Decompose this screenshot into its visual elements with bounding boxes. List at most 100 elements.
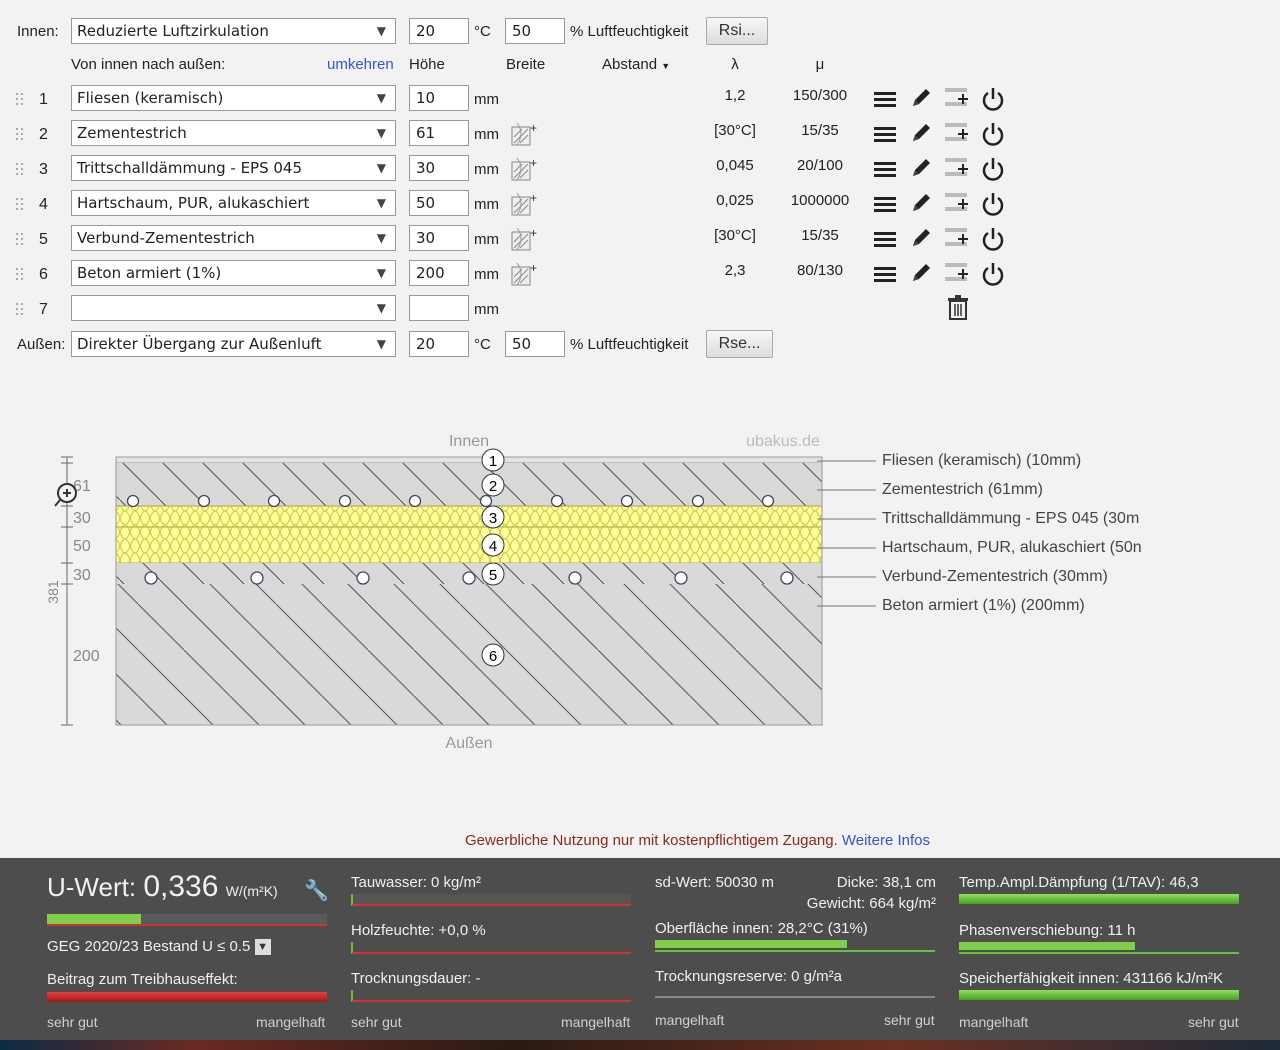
material-select[interactable]: Trittschalldämmung - EPS 045 ▼	[71, 155, 396, 181]
menu-icon[interactable]	[873, 228, 897, 250]
layer-number: 6	[39, 266, 48, 283]
material-name: Hartschaum, PUR, alukaschiert	[77, 194, 310, 212]
condensate: Tauwasser: 0 kg/m²	[351, 874, 482, 891]
geg-standard[interactable]: GEG 2020/23 Bestand U ≤ 0.5 ▼	[47, 938, 271, 956]
distance-header[interactable]: Abstand ▼	[602, 56, 670, 73]
insert-layer-icon[interactable]	[944, 155, 974, 179]
power-toggle-icon[interactable]	[980, 261, 1006, 287]
greenhouse-label: Beitrag zum Treibhauseffekt:	[47, 971, 238, 988]
drag-handle-icon[interactable]	[16, 268, 26, 280]
rse-button[interactable]: Rse...	[706, 330, 773, 358]
add-structure-icon[interactable]: +	[511, 261, 537, 287]
insert-layer-icon[interactable]	[944, 85, 974, 109]
thickness-input[interactable]: 30	[409, 155, 469, 181]
power-toggle-icon[interactable]	[980, 86, 1006, 112]
thickness-input[interactable]	[409, 295, 469, 321]
thickness-input[interactable]: 200	[409, 260, 469, 286]
menu-icon[interactable]	[873, 158, 897, 180]
trash-icon[interactable]	[947, 295, 969, 321]
power-toggle-icon[interactable]	[980, 226, 1006, 252]
svg-text:3: 3	[489, 510, 497, 527]
edit-pencil-icon[interactable]	[909, 226, 933, 250]
direction-label: Von innen nach außen:	[71, 56, 226, 73]
outer-humidity-label: % Luftfeuchtigkeit	[570, 336, 689, 353]
insert-layer-icon[interactable]	[944, 190, 974, 214]
power-toggle-icon[interactable]	[980, 156, 1006, 182]
material-select[interactable]: Beton armiert (1%) ▼	[71, 260, 396, 286]
insert-layer-icon[interactable]	[944, 260, 974, 284]
drying-time-bar	[351, 990, 631, 1002]
wrench-icon[interactable]: 🔧	[304, 878, 329, 903]
scale-good: sehr gut	[884, 1012, 935, 1028]
heat-capacity: Speicherfähigkeit innen: 431166 kJ/m²K	[959, 970, 1224, 987]
edit-pencil-icon[interactable]	[909, 121, 933, 145]
rsi-button[interactable]: Rsi...	[706, 17, 768, 45]
outer-label: Außen:	[17, 336, 66, 353]
material-select[interactable]: Hartschaum, PUR, alukaschiert ▼	[71, 190, 396, 216]
material-name: Fliesen (keramisch)	[77, 89, 224, 107]
outer-condition-select[interactable]: Direkter Übergang zur Außenluft ▼	[71, 331, 396, 357]
chevron-down-icon: ▼	[376, 196, 386, 210]
drag-handle-icon[interactable]	[16, 233, 26, 245]
menu-icon[interactable]	[873, 193, 897, 215]
material-select[interactable]: Verbund-Zementestrich ▼	[71, 225, 396, 251]
weight: Gewicht: 664 kg/m²	[806, 895, 936, 912]
distance-header-label: Abstand	[602, 56, 658, 73]
insert-layer-icon[interactable]	[944, 225, 974, 249]
heat-capacity-bar	[959, 990, 1239, 1000]
drag-handle-icon[interactable]	[16, 198, 26, 210]
thickness-input[interactable]: 50	[409, 190, 469, 216]
inner-temp-input[interactable]: 20	[409, 18, 469, 44]
insert-layer-icon[interactable]	[944, 120, 974, 144]
reverse-link[interactable]: umkehren	[327, 56, 394, 73]
inner-humidity-input[interactable]: 50	[505, 18, 565, 44]
drag-handle-icon[interactable]	[16, 163, 26, 175]
material-select[interactable]: Fliesen (keramisch) ▼	[71, 85, 396, 111]
edit-pencil-icon[interactable]	[909, 261, 933, 285]
thickness-input[interactable]: 10	[409, 85, 469, 111]
add-structure-icon[interactable]: +	[511, 191, 537, 217]
mu-value: 1000000	[790, 192, 850, 209]
outer-humidity-input[interactable]: 50	[505, 331, 565, 357]
drying-reserve-bar	[655, 988, 935, 998]
drag-handle-icon[interactable]	[16, 303, 26, 315]
svg-text:5: 5	[489, 567, 497, 584]
add-structure-icon[interactable]: +	[511, 156, 537, 182]
u-value-label: U-Wert:	[47, 872, 137, 902]
dropdown-icon[interactable]: ▼	[254, 939, 271, 956]
layer-marker-1: 1	[481, 448, 505, 472]
zoom-in-icon[interactable]	[54, 483, 77, 507]
drag-handle-icon[interactable]	[16, 128, 26, 140]
outer-temp-input[interactable]: 20	[409, 331, 469, 357]
menu-icon[interactable]	[873, 263, 897, 285]
thickness-input[interactable]: 61	[409, 120, 469, 146]
material-select[interactable]: Zementestrich ▼	[71, 120, 396, 146]
layer-marker-2: 2	[481, 473, 505, 497]
mu-value: 15/35	[801, 227, 839, 244]
edit-pencil-icon[interactable]	[909, 156, 933, 180]
edit-pencil-icon[interactable]	[909, 86, 933, 110]
inner-condition-select[interactable]: Reduzierte Luftzirkulation ▼	[71, 18, 396, 44]
power-toggle-icon[interactable]	[980, 121, 1006, 147]
dim-label-3: 30	[73, 510, 91, 527]
menu-icon[interactable]	[873, 123, 897, 145]
temp-amplitude-bar	[959, 894, 1239, 904]
add-structure-icon[interactable]: +	[511, 226, 537, 252]
material-select[interactable]: ▼	[71, 295, 396, 321]
inner-temp-unit: °C	[474, 23, 491, 40]
total-thickness-label: 381	[45, 580, 61, 604]
lambda-value: [30°C]	[714, 122, 756, 139]
svg-text:+: +	[530, 121, 537, 135]
edit-pencil-icon[interactable]	[909, 191, 933, 215]
menu-icon[interactable]	[873, 88, 897, 110]
more-info-link[interactable]: Weitere Infos	[842, 832, 930, 849]
add-structure-icon[interactable]: +	[511, 121, 537, 147]
svg-text:+: +	[530, 261, 537, 275]
material-name: Trittschalldämmung - EPS 045	[77, 159, 303, 177]
scale-bad: mangelhaft	[561, 1014, 631, 1030]
power-toggle-icon[interactable]	[980, 191, 1006, 217]
greenhouse-bar	[47, 992, 327, 1002]
thickness-input[interactable]: 30	[409, 225, 469, 251]
dim-label-5: 30	[73, 567, 91, 584]
drag-handle-icon[interactable]	[16, 93, 26, 105]
